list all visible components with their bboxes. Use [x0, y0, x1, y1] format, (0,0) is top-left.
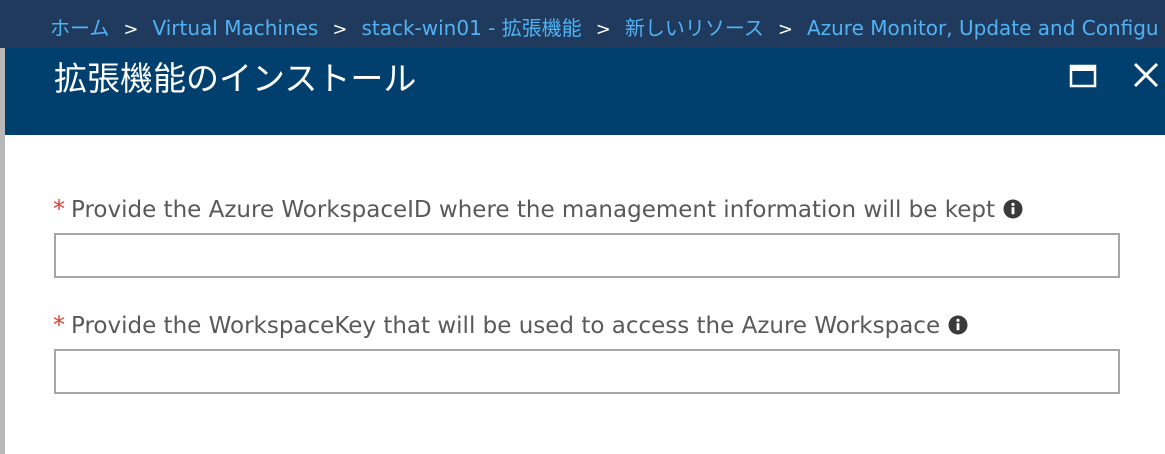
close-icon: [1133, 62, 1159, 88]
breadcrumb-home[interactable]: ホーム: [50, 16, 109, 40]
breadcrumb: ホーム > Virtual Machines > stack-win01 - 拡張機能 >…: [50, 14, 1159, 44]
chevron-right-icon: >: [332, 19, 348, 40]
info-icon[interactable]: [948, 313, 968, 335]
chevron-right-icon: >: [777, 19, 793, 40]
workspace-key-input[interactable]: [54, 349, 1120, 394]
info-icon[interactable]: [1003, 197, 1023, 219]
maximize-button[interactable]: [1065, 60, 1101, 90]
chevron-right-icon: >: [595, 19, 611, 40]
workspace-id-label-text: Provide the Azure WorkspaceID where the …: [71, 197, 995, 223]
required-marker: *: [53, 195, 65, 223]
breadcrumb-azure-monitor[interactable]: Azure Monitor, Update and Configu: [807, 16, 1159, 40]
breadcrumb-new-resource[interactable]: 新しいリソース: [625, 16, 764, 40]
close-button[interactable]: [1127, 60, 1163, 90]
breadcrumb-virtual-machines[interactable]: Virtual Machines: [153, 16, 319, 40]
workspace-id-input[interactable]: [54, 233, 1120, 278]
required-marker: *: [53, 311, 65, 339]
blade-header: 拡張機能のインストール: [5, 48, 1165, 135]
breadcrumb-vm-extensions[interactable]: stack-win01 - 拡張機能: [361, 16, 581, 40]
workspace-key-label-text: Provide the WorkspaceKey that will be us…: [71, 313, 941, 339]
chevron-right-icon: >: [123, 19, 139, 40]
breadcrumb-bar: ホーム > Virtual Machines > stack-win01 - 拡張機能 >…: [0, 0, 1165, 48]
maximize-icon: [1069, 64, 1097, 88]
workspace-key-label: * Provide the WorkspaceKey that will be u…: [53, 310, 968, 341]
blade-content: * Provide the Azure WorkspaceID where the…: [5, 135, 1165, 454]
page-title: 拡張機能のインストール: [54, 59, 417, 98]
workspace-id-label: * Provide the Azure WorkspaceID where the…: [53, 194, 1023, 225]
